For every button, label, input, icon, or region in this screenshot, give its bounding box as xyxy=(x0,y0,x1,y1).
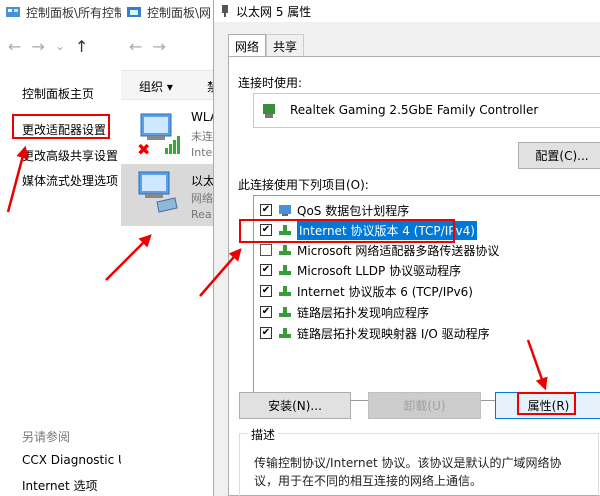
description-text: 传输控制协议/Internet 协议。该协议是默认的广域网络协议，用于在不同的相… xyxy=(254,456,562,488)
w2-title: 控制面板\网 xyxy=(147,5,212,20)
recent-dropdown[interactable]: ⌄ xyxy=(55,39,65,53)
item-checkbox[interactable]: ✔ xyxy=(260,264,272,276)
w2-forward-button[interactable]: → xyxy=(152,37,165,56)
w2-navbar: ← → xyxy=(121,24,213,68)
protocol-icon xyxy=(279,286,291,296)
device-box: Realtek Gaming 2.5GbE Family Controller xyxy=(253,93,600,128)
dialog-network-icon xyxy=(222,5,228,17)
protocol-icon xyxy=(279,328,291,338)
adapter-name: WLA xyxy=(191,110,213,124)
dialog-title: 以太网 5 属性 xyxy=(236,4,312,19)
protocol-icon xyxy=(279,265,291,275)
w1-titlebar: 控制面板\所有控制 xyxy=(0,0,121,24)
adapter-ethernet[interactable]: 以太 网络 Rea xyxy=(121,164,214,226)
configure-button[interactable]: 配置(C)... xyxy=(518,142,600,169)
annotation-box-adapter-settings xyxy=(12,114,110,139)
w1-title: 控制面板\所有控制 xyxy=(26,5,121,20)
wifi-adapter-icon: ✖ xyxy=(137,113,180,156)
ethernet-adapter-icon xyxy=(138,171,178,213)
item-label: 链路层拓扑发现响应程序 xyxy=(297,305,430,320)
nic-icon xyxy=(263,104,275,118)
see-also-internet-options-link[interactable]: Internet 选项 xyxy=(22,477,97,494)
items-label: 此连接使用下列项目(O): xyxy=(238,178,369,192)
up-button[interactable]: ↑ xyxy=(75,37,88,56)
see-also-heading: 另请参阅 xyxy=(22,430,71,444)
description-group: 描述 传输控制协议/Internet 协议。该协议是默认的广域网络协议，用于在不… xyxy=(239,426,599,496)
item-checkbox[interactable]: ✔ xyxy=(260,327,272,339)
item-checkbox[interactable]: ✔ xyxy=(260,285,272,297)
adapter-wlan[interactable]: ✖ WLA 未连 Inte xyxy=(121,106,213,164)
ethernet-properties-dialog: 以太网 5 属性 网络 共享 连接时使用: Realtek Gaming 2.5… xyxy=(213,0,600,496)
dialog-titlebar: 以太网 5 属性 xyxy=(214,0,600,22)
item-checkbox[interactable] xyxy=(260,244,272,256)
adapter-device: Inte xyxy=(191,146,213,159)
w2-titlebar: 控制面板\网 xyxy=(121,0,213,24)
svg-text:✖: ✖ xyxy=(137,140,150,156)
connect-using-label: 连接时使用: xyxy=(238,76,303,90)
protocol-icon xyxy=(279,307,291,317)
annotation-box-ipv4 xyxy=(239,219,455,243)
annotation-box-properties xyxy=(517,392,576,415)
control-panel-home-link[interactable]: 控制面板主页 xyxy=(22,85,94,102)
list-item-ipv6[interactable]: ✔ Internet 协议版本 6 (TCP/IPv6) xyxy=(260,281,473,301)
item-label: 链路层拓扑发现映射器 I/O 驱动程序 xyxy=(297,326,490,341)
list-item-lldp[interactable]: ✔ Microsoft LLDP 协议驱动程序 xyxy=(260,260,461,280)
control-panel-icon xyxy=(6,7,20,17)
control-panel-window: 控制面板\所有控制 ← → ⌄ ↑ 控制面板主页 更改适配器设置 更改高级共享设… xyxy=(0,0,122,496)
install-button[interactable]: 安装(N)... xyxy=(239,392,351,419)
forward-button[interactable]: → xyxy=(31,37,44,56)
media-streaming-link[interactable]: 媒体流式处理选项 xyxy=(22,172,118,189)
description-label: 描述 xyxy=(248,426,279,443)
network-tab-panel: 连接时使用: Realtek Gaming 2.5GbE Family Cont… xyxy=(228,56,600,496)
adapter-status: 未连 xyxy=(191,130,213,143)
w2-toolbar: 组织 ▾ 禁 xyxy=(121,70,213,100)
dialog-tabs: 网络 共享 xyxy=(228,34,305,57)
network-connections-window: 控制面板\网 ← → 组织 ▾ 禁 ✖ WLA 未连 Inte 以太 网络 Re… xyxy=(121,0,214,496)
back-button[interactable]: ← xyxy=(8,37,21,56)
adapter-name: 以太 xyxy=(191,174,214,188)
w1-navbar: ← → ⌄ ↑ xyxy=(0,24,121,68)
protocol-icon xyxy=(279,245,291,255)
see-also-ccx-link[interactable]: CCX Diagnostic U xyxy=(22,453,121,467)
item-label: Microsoft 网络适配器多路传送器协议 xyxy=(297,243,500,258)
item-label: Microsoft LLDP 协议驱动程序 xyxy=(297,263,462,278)
qos-scheduler-icon xyxy=(279,205,291,216)
w2-back-button[interactable]: ← xyxy=(129,37,142,56)
uninstall-button[interactable]: 卸载(U) xyxy=(368,392,481,419)
list-item-qos[interactable]: ✔ QoS 数据包计划程序 xyxy=(260,200,409,220)
list-item-lltd-responder[interactable]: ✔ 链路层拓扑发现响应程序 xyxy=(260,302,429,322)
network-folder-icon xyxy=(127,7,141,17)
list-item-lltd-mapper[interactable]: ✔ 链路层拓扑发现映射器 I/O 驱动程序 xyxy=(260,323,490,343)
change-advanced-sharing-link[interactable]: 更改高级共享设置 xyxy=(22,147,118,164)
item-label: QoS 数据包计划程序 xyxy=(297,203,410,218)
organize-menu[interactable]: 组织 ▾ xyxy=(139,78,173,95)
adapter-device: Rea xyxy=(191,208,212,221)
item-checkbox[interactable]: ✔ xyxy=(260,306,272,318)
adapter-status: 网络 xyxy=(191,192,213,205)
list-item-multiplexor[interactable]: Microsoft 网络适配器多路传送器协议 xyxy=(260,240,499,260)
tab-sharing[interactable]: 共享 xyxy=(266,34,305,56)
tab-network[interactable]: 网络 xyxy=(228,34,267,57)
item-label: Internet 协议版本 6 (TCP/IPv6) xyxy=(297,284,473,299)
device-name: Realtek Gaming 2.5GbE Family Controller xyxy=(290,103,539,117)
item-checkbox[interactable]: ✔ xyxy=(260,204,272,216)
